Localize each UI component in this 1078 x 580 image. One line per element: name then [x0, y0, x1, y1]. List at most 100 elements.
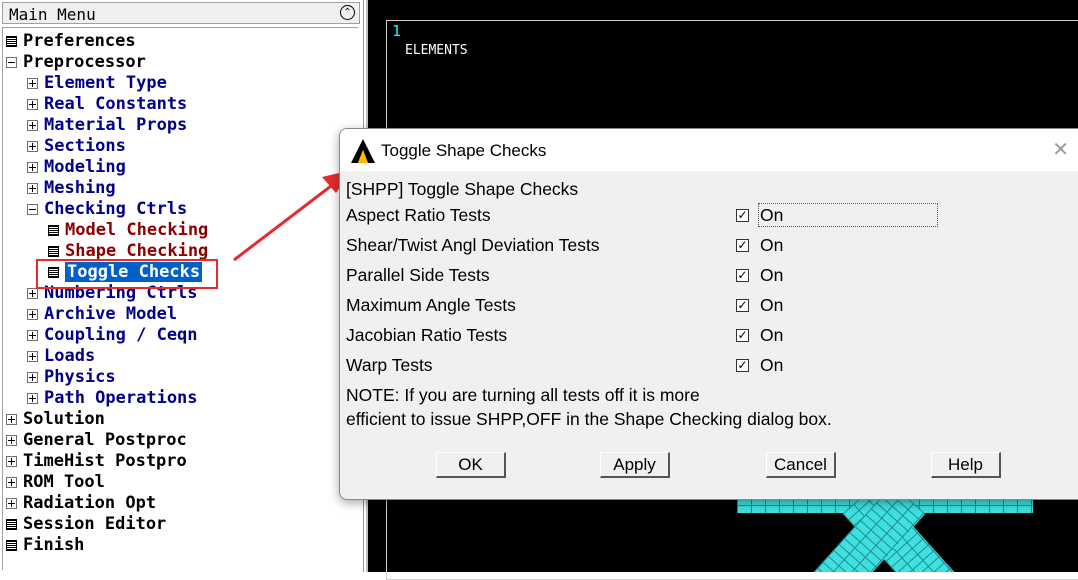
- check-label-maximum-angle: Maximum Angle Tests: [346, 295, 516, 315]
- window-number: 1: [392, 22, 402, 40]
- warp-state[interactable]: On: [760, 355, 783, 376]
- aspect-ratio-checkbox[interactable]: ✓: [736, 209, 749, 222]
- close-icon[interactable]: ✕: [1052, 137, 1069, 161]
- menu-item-label: Meshing: [44, 178, 116, 198]
- menu-item-material-props[interactable]: Material Props: [27, 115, 187, 136]
- element-mesh-plot: [737, 497, 1033, 572]
- menu-item-label: Element Type: [44, 73, 167, 93]
- menu-item-timehist-postpro[interactable]: TimeHist Postpro: [6, 451, 187, 472]
- menu-item-solution[interactable]: Solution: [6, 409, 105, 430]
- parallel-side-state[interactable]: On: [760, 265, 783, 286]
- menu-item-physics[interactable]: Physics: [27, 367, 116, 388]
- main-menu-titlebar: Main Menu ⌃: [2, 2, 360, 24]
- menu-item-label: Checking Ctrls: [44, 199, 188, 219]
- focus-indicator: [758, 203, 938, 227]
- menu-item-loads[interactable]: Loads: [27, 346, 95, 367]
- menu-item-label: Real Constants: [44, 94, 188, 114]
- command-icon[interactable]: [48, 225, 59, 236]
- highlight-box: [36, 259, 218, 289]
- menu-item-model-checking[interactable]: Model Checking: [48, 220, 208, 241]
- menu-item-coupling-ceqn[interactable]: Coupling / Ceqn: [27, 325, 198, 346]
- dialog-titlebar[interactable]: Toggle Shape Checks ✕: [340, 129, 1078, 171]
- plot-label: ELEMENTS: [405, 43, 468, 58]
- tree-plus-icon[interactable]: [27, 393, 38, 404]
- check-label-shear-twist: Shear/Twist Angl Deviation Tests: [346, 235, 600, 255]
- tree-plus-icon[interactable]: [27, 99, 38, 110]
- main-menu-title: Main Menu: [9, 5, 96, 24]
- menu-item-label: Preprocessor: [23, 52, 146, 72]
- menu-item-preferences[interactable]: Preferences: [6, 31, 136, 52]
- tree-plus-icon[interactable]: [27, 78, 38, 89]
- tree-plus-icon[interactable]: [27, 162, 38, 173]
- main-menu-tree: Preferences Preprocessor Element Type Real …: [2, 27, 358, 570]
- menu-item-label: Path Operations: [44, 388, 198, 408]
- jacobian-ratio-state[interactable]: On: [760, 325, 783, 346]
- menu-item-checking-ctrls[interactable]: Checking Ctrls: [27, 199, 187, 220]
- double-chevron-up-icon[interactable]: ⌃: [340, 5, 355, 20]
- check-label-warp: Warp Tests: [346, 355, 433, 375]
- note-line-2: efficient to issue SHPP,OFF in the Shape…: [346, 409, 832, 429]
- cancel-button[interactable]: Cancel: [766, 452, 836, 478]
- command-icon[interactable]: [6, 519, 17, 530]
- command-label: [SHPP] Toggle Shape Checks: [346, 179, 579, 199]
- warp-checkbox[interactable]: ✓: [736, 359, 749, 372]
- tree-plus-icon[interactable]: [6, 456, 17, 467]
- check-label-parallel-side: Parallel Side Tests: [346, 265, 490, 285]
- menu-item-label: ROM Tool: [23, 472, 105, 492]
- help-button[interactable]: Help: [931, 452, 1001, 478]
- command-icon[interactable]: [6, 36, 17, 47]
- menu-item-label: Preferences: [23, 31, 136, 51]
- check-label-aspect-ratio: Aspect Ratio Tests: [346, 205, 491, 225]
- menu-item-label: Model Checking: [65, 220, 209, 240]
- tree-plus-icon[interactable]: [27, 309, 38, 320]
- tree-plus-icon[interactable]: [6, 477, 17, 488]
- maximum-angle-state[interactable]: On: [760, 295, 783, 316]
- ok-button[interactable]: OK: [436, 452, 506, 478]
- check-label-jacobian-ratio: Jacobian Ratio Tests: [346, 325, 508, 345]
- aspect-ratio-state[interactable]: On: [760, 205, 783, 226]
- tree-plus-icon[interactable]: [27, 141, 38, 152]
- tree-plus-icon[interactable]: [27, 120, 38, 131]
- jacobian-ratio-checkbox[interactable]: ✓: [736, 329, 749, 342]
- menu-item-label: Sections: [44, 136, 126, 156]
- menu-item-real-constants[interactable]: Real Constants: [27, 94, 187, 115]
- tree-plus-icon[interactable]: [27, 351, 38, 362]
- tree-plus-icon[interactable]: [27, 372, 38, 383]
- menu-item-finish[interactable]: Finish: [6, 535, 84, 556]
- menu-item-radiation-opt[interactable]: Radiation Opt: [6, 493, 156, 514]
- shear-twist-checkbox[interactable]: ✓: [736, 239, 749, 252]
- ansys-logo-icon: [351, 139, 375, 163]
- dialog-title: Toggle Shape Checks: [381, 141, 547, 160]
- tree-plus-icon[interactable]: [6, 435, 17, 446]
- tree-plus-icon[interactable]: [6, 414, 17, 425]
- menu-item-meshing[interactable]: Meshing: [27, 178, 116, 199]
- maximum-angle-checkbox[interactable]: ✓: [736, 299, 749, 312]
- menu-item-label: Shape Checking: [65, 241, 209, 261]
- menu-item-label: Radiation Opt: [23, 493, 157, 513]
- shear-twist-state[interactable]: On: [760, 235, 783, 256]
- menu-item-general-postproc[interactable]: General Postproc: [6, 430, 187, 451]
- menu-item-preprocessor[interactable]: Preprocessor: [6, 52, 146, 73]
- menu-item-modeling[interactable]: Modeling: [27, 157, 126, 178]
- tree-plus-icon[interactable]: [6, 498, 17, 509]
- toggle-shape-checks-dialog: Toggle Shape Checks ✕ [SHPP] Toggle Shap…: [339, 128, 1078, 500]
- menu-item-path-operations[interactable]: Path Operations: [27, 388, 198, 409]
- tree-plus-icon[interactable]: [27, 183, 38, 194]
- menu-item-label: Finish: [23, 535, 85, 555]
- menu-item-label: General Postproc: [23, 430, 187, 450]
- tree-plus-icon[interactable]: [27, 288, 38, 299]
- menu-item-element-type[interactable]: Element Type: [27, 73, 167, 94]
- menu-item-rom-tool[interactable]: ROM Tool: [6, 472, 105, 493]
- menu-item-label: Loads: [44, 346, 96, 366]
- menu-item-session-editor[interactable]: Session Editor: [6, 514, 166, 535]
- parallel-side-checkbox[interactable]: ✓: [736, 269, 749, 282]
- apply-button[interactable]: Apply: [600, 452, 670, 478]
- menu-item-archive-model[interactable]: Archive Model: [27, 304, 177, 325]
- tree-minus-icon[interactable]: [6, 57, 17, 68]
- command-icon[interactable]: [6, 540, 17, 551]
- tree-minus-icon[interactable]: [27, 204, 38, 215]
- menu-item-label: Modeling: [44, 157, 126, 177]
- tree-plus-icon[interactable]: [27, 330, 38, 341]
- command-icon[interactable]: [48, 246, 59, 257]
- menu-item-sections[interactable]: Sections: [27, 136, 126, 157]
